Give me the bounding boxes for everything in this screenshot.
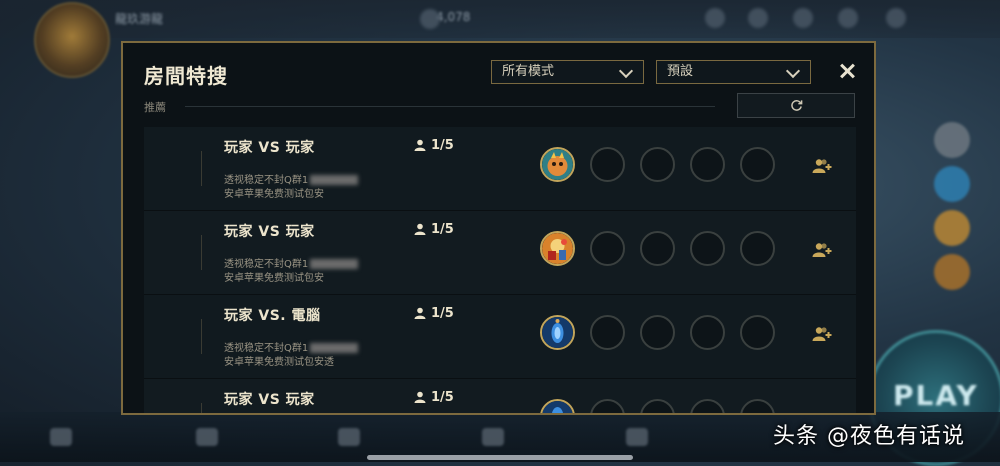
player-count-value: 1/5	[431, 306, 454, 321]
chevron-down-icon	[618, 63, 634, 79]
empty-slot	[640, 399, 675, 413]
section-label: 推薦	[144, 101, 166, 114]
row-divider	[201, 235, 202, 270]
person-icon	[414, 307, 426, 319]
menu-icon[interactable]	[886, 8, 906, 28]
redacted-blur	[310, 175, 359, 185]
person-icon	[414, 223, 426, 235]
bottom-nav-icon[interactable]	[50, 428, 72, 446]
add-friend-icon	[812, 243, 832, 257]
chevron-down-icon	[785, 63, 801, 79]
home-indicator[interactable]	[367, 455, 633, 460]
room-description: 透视稳定不封Q群1 安卓苹果免费测试包安透	[224, 342, 359, 370]
redacted-blur	[310, 343, 359, 353]
host-avatar	[540, 231, 575, 266]
description-line-2: 安卓苹果免费测试包安	[224, 189, 324, 200]
preset-filter-dropdown[interactable]: 預設	[656, 60, 811, 84]
room-row[interactable]: 玩家 VS. 電腦 1/5 透视稳定不封Q群1 安卓苹果免费测试包安透	[144, 295, 856, 379]
add-friend-icon	[812, 159, 832, 173]
empty-slot	[590, 315, 625, 350]
bottom-nav-icon[interactable]	[626, 428, 648, 446]
row-divider	[201, 151, 202, 186]
empty-slot	[690, 399, 725, 413]
room-name: 玩家 VS. 電腦	[224, 308, 321, 324]
player-name: 龍玖游龍	[115, 12, 164, 26]
player-count-value: 1/5	[431, 222, 454, 237]
blue-champion-portrait	[542, 317, 573, 348]
row-divider	[201, 319, 202, 354]
side-play-icon[interactable]	[934, 122, 970, 158]
room-row[interactable]: 玩家 VS 玩家 1/5 透视稳定不封Q群1 安卓苹果免费测试包安	[144, 127, 856, 211]
room-row[interactable]: 玩家 VS 玩家 1/5	[144, 379, 856, 413]
bottom-nav-icon[interactable]	[338, 428, 360, 446]
fire-champion-portrait	[542, 233, 573, 264]
profile-emblem[interactable]	[34, 2, 110, 78]
empty-slot	[640, 147, 675, 182]
description-line-2: 安卓苹果免费测试包安透	[224, 357, 334, 368]
empty-slot	[690, 231, 725, 266]
mail-icon[interactable]	[793, 8, 813, 28]
empty-slot	[740, 231, 775, 266]
host-avatar	[540, 315, 575, 350]
play-button-label: PLAY	[893, 379, 979, 412]
friends-icon[interactable]	[748, 8, 768, 28]
empty-slot	[590, 231, 625, 266]
refresh-button[interactable]	[737, 93, 855, 118]
side-event-icon[interactable]	[934, 210, 970, 246]
room-name: 玩家 VS 玩家	[224, 392, 315, 408]
empty-slot	[740, 147, 775, 182]
empty-slot	[640, 231, 675, 266]
section-divider	[185, 106, 715, 107]
description-line-2: 安卓苹果免费测试包安	[224, 273, 324, 284]
empty-slot	[740, 399, 775, 413]
empty-slot	[740, 315, 775, 350]
close-icon[interactable]	[837, 61, 857, 81]
join-room-button[interactable]	[812, 242, 832, 262]
blue-champion-portrait	[542, 401, 573, 413]
empty-slot	[640, 315, 675, 350]
watermark: 头条 @夜色有话说	[773, 424, 965, 449]
room-description: 透视稳定不封Q群1 安卓苹果免费测试包安	[224, 174, 359, 202]
row-divider	[201, 403, 202, 413]
room-list: 玩家 VS 玩家 1/5 透视稳定不封Q群1 安卓苹果免费测试包安 玩家 VS …	[144, 127, 856, 413]
redacted-blur	[310, 259, 359, 269]
bottom-nav-icon[interactable]	[482, 428, 504, 446]
add-friend-icon	[812, 327, 832, 341]
room-name: 玩家 VS 玩家	[224, 224, 315, 240]
description-line-1: 透视稳定不封Q群1	[224, 259, 309, 270]
side-rank-icon[interactable]	[934, 166, 970, 202]
empty-slot	[590, 147, 625, 182]
orange-champion-portrait	[542, 149, 573, 180]
join-room-button[interactable]	[812, 158, 832, 178]
empty-slot	[690, 147, 725, 182]
modal-title: 房間特搜	[144, 64, 228, 88]
room-name: 玩家 VS 玩家	[224, 140, 315, 156]
host-avatar	[540, 147, 575, 182]
mode-filter-value: 所有模式	[502, 64, 555, 79]
person-icon	[414, 391, 426, 403]
room-row[interactable]: 玩家 VS 玩家 1/5 透视稳定不封Q群1 安卓苹果免费测试包安	[144, 211, 856, 295]
currency-amount: 4,078	[436, 10, 471, 24]
host-avatar	[540, 399, 575, 413]
mode-filter-dropdown[interactable]: 所有模式	[491, 60, 644, 84]
description-line-1: 透视稳定不封Q群1	[224, 343, 309, 354]
room-description: 透视稳定不封Q群1 安卓苹果免费测试包安	[224, 258, 359, 286]
empty-slot	[590, 399, 625, 413]
player-count-value: 1/5	[431, 390, 454, 405]
player-count-value: 1/5	[431, 138, 454, 153]
join-room-button[interactable]	[812, 326, 832, 346]
bottom-nav-icon[interactable]	[196, 428, 218, 446]
refresh-icon	[791, 100, 803, 111]
missions-icon[interactable]	[705, 8, 725, 28]
description-line-1: 透视稳定不封Q群1	[224, 175, 309, 186]
room-search-modal: 房間特搜 所有模式 預設 推薦 玩家 VS 玩家 1/5 透视稳定不封Q群1 安…	[121, 41, 876, 415]
preset-filter-value: 預設	[667, 64, 694, 79]
person-icon	[414, 139, 426, 151]
currency-icon	[420, 9, 440, 29]
store-icon[interactable]	[838, 8, 858, 28]
side-reward-icon[interactable]	[934, 254, 970, 290]
empty-slot	[690, 315, 725, 350]
